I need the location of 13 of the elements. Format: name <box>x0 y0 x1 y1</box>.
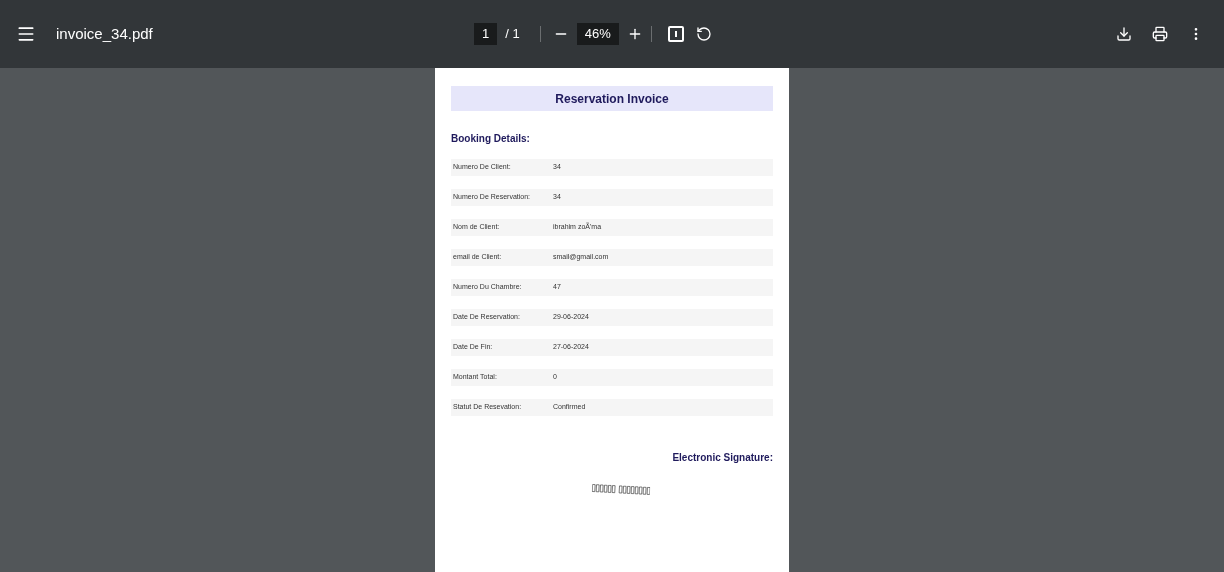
fit-page-icon[interactable] <box>667 26 684 42</box>
zoom-field[interactable]: 46% <box>576 23 619 45</box>
section-heading: Booking Details: <box>451 132 531 146</box>
page-total: / 1 <box>505 25 520 44</box>
invoice-title: Reservation Invoice <box>451 86 773 111</box>
signature-heading: Electronic Signature: <box>671 451 773 465</box>
page-number-field[interactable]: 1 <box>474 23 498 45</box>
menu-icon[interactable] <box>16 24 36 44</box>
download-icon[interactable] <box>1116 26 1132 42</box>
rotate-icon[interactable] <box>695 26 712 42</box>
file-name: invoice_34.pdf <box>56 23 153 44</box>
print-icon[interactable] <box>1152 26 1168 42</box>
signature-drawing <box>591 483 651 497</box>
